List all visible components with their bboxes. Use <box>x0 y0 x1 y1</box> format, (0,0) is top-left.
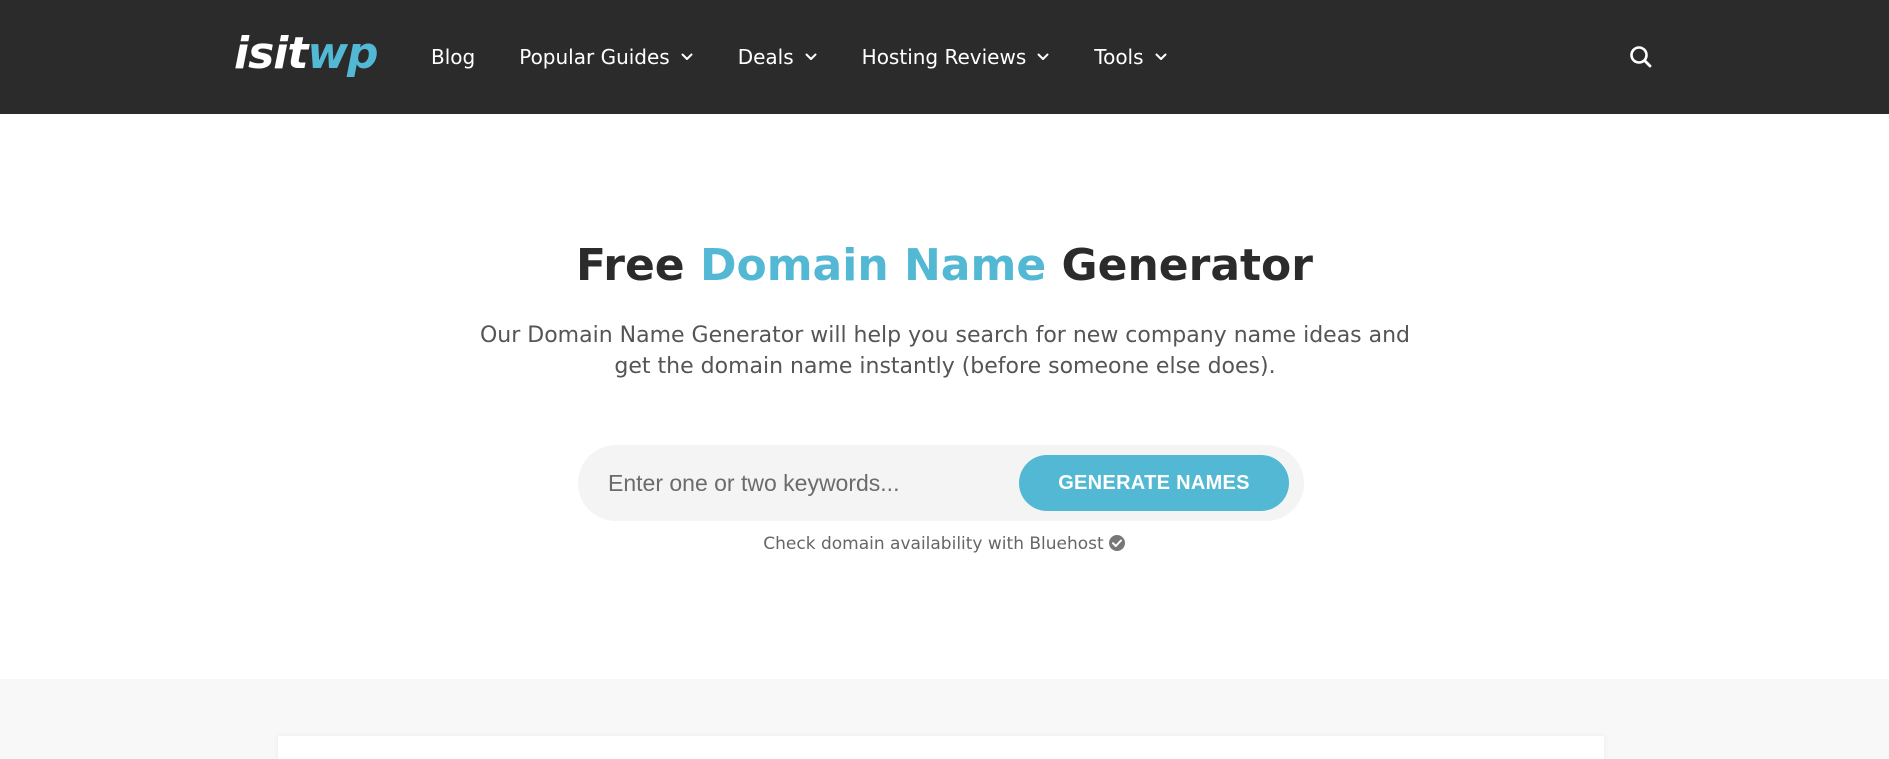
logo-text-wp: wp <box>307 28 378 79</box>
check-circle-icon <box>1108 534 1126 552</box>
page-subtitle: Our Domain Name Generator will help you … <box>479 323 1411 379</box>
domain-search-form: GENERATE NAMES <box>578 445 1304 521</box>
chevron-down-icon <box>680 50 694 64</box>
bluehost-note-text: Check domain availability with Bluehost <box>763 534 1104 554</box>
nav-item-label: Deals <box>737 45 794 69</box>
title-suffix: Generator <box>1046 240 1313 291</box>
nav-item-deals[interactable]: Deals <box>738 45 818 69</box>
chevron-down-icon <box>1154 50 1168 64</box>
title-prefix: Free <box>576 240 700 291</box>
generate-names-button[interactable]: GENERATE NAMES <box>1019 455 1289 511</box>
nav-item-label: Popular Guides <box>519 45 670 69</box>
chevron-down-icon <box>804 50 818 64</box>
hero-section: Free Domain Name Generator Our Domain Na… <box>0 114 1889 679</box>
nav-item-label: Blog <box>431 45 476 69</box>
title-accent: Domain Name <box>699 240 1047 291</box>
nav-item-popular-guides[interactable]: Popular Guides <box>519 45 694 69</box>
page-title: Free Domain Name Generator <box>0 238 1889 294</box>
top-navigation-bar: isitwp Blog Popular Guides Deals Hosting… <box>0 0 1889 114</box>
bluehost-note: Check domain availability with Bluehost <box>0 532 1889 556</box>
nav-item-label: Tools <box>1094 45 1144 69</box>
site-logo[interactable]: isitwp <box>234 26 379 82</box>
search-icon[interactable] <box>1628 44 1654 70</box>
nav-item-label: Hosting Reviews <box>861 45 1027 69</box>
logo-text-isit: isit <box>234 28 308 79</box>
main-nav: Blog Popular Guides Deals Hosting Review… <box>431 40 1212 74</box>
chevron-down-icon <box>1036 50 1050 64</box>
nav-item-tools[interactable]: Tools <box>1094 45 1167 69</box>
nav-item-hosting-reviews[interactable]: Hosting Reviews <box>862 45 1051 69</box>
nav-item-blog[interactable]: Blog <box>431 45 475 69</box>
content-card <box>278 736 1604 759</box>
keyword-input[interactable] <box>608 457 988 509</box>
